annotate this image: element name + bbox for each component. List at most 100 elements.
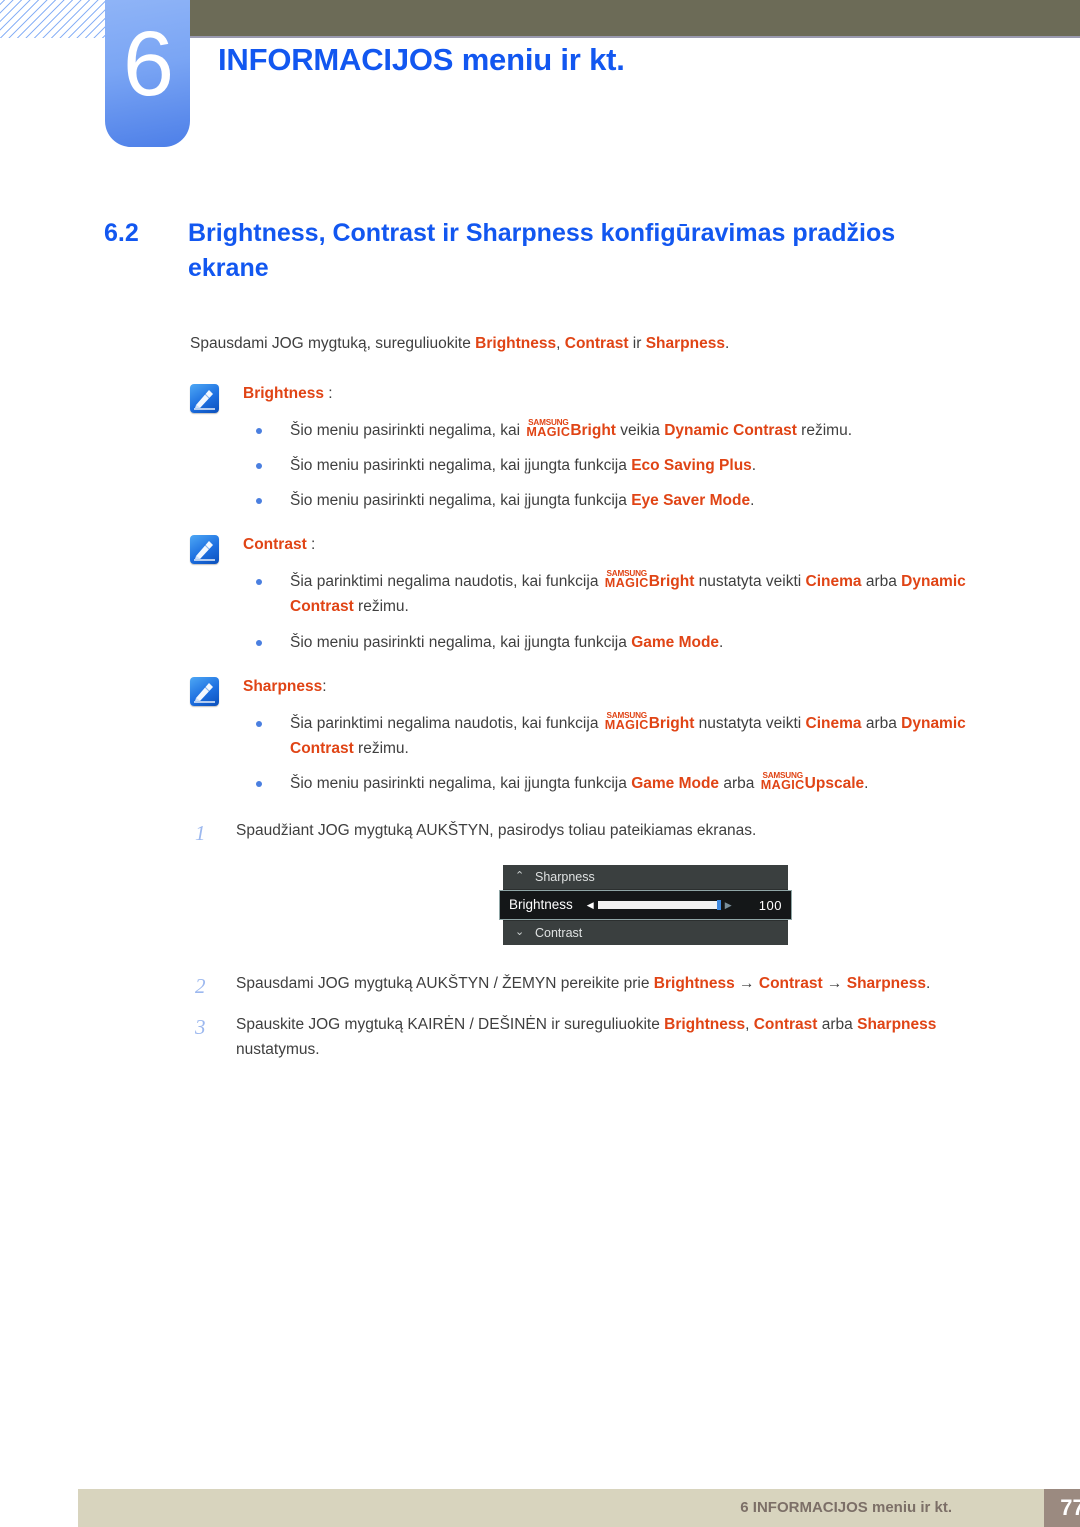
intro-text-4: .	[724, 335, 730, 352]
step-number: 3	[195, 1015, 206, 1040]
note-heading-text: Brightness	[243, 385, 324, 403]
chapter-title: INFORMACIJOS meniu ir kt.	[218, 42, 625, 77]
list-item: Šio meniu pasirinkti negalima, kai įjung…	[243, 453, 1020, 478]
keyword-bright: Bright	[570, 422, 616, 440]
note-block-brightness: Brightness : Šio meniu pasirinkti negali…	[190, 382, 1020, 513]
step-text-1: Spauskite JOG mygtuką KAIRĖN / DEŠINĖN i…	[236, 1016, 665, 1034]
bullet-text-2: nustatyta veikti	[694, 714, 806, 732]
step-text-4: nustatymus.	[236, 1041, 320, 1059]
page-number: 77	[1060, 1495, 1080, 1520]
step-text-1: Spausdami JOG mygtuką AUKŠTYN / ŽEMYN pe…	[236, 975, 654, 993]
bullet-text-4: režimu.	[353, 739, 409, 757]
keyword-cinema: Cinema	[805, 714, 862, 732]
step-text-2: ,	[745, 1016, 754, 1034]
intro-text-3: ir	[628, 335, 646, 352]
keyword-sharpness: Sharpness	[645, 335, 725, 352]
samsung-magic-logo: SAMSUNG MAGIC	[760, 771, 805, 792]
bullet-text-2: .	[719, 633, 724, 651]
intro-text-2: ,	[556, 335, 565, 352]
note-bullet-list: Šio meniu pasirinkti negalima, kai SAMSU…	[243, 418, 1020, 513]
keyword-cinema: Cinema	[805, 573, 862, 591]
bullet-text-3: arba	[861, 714, 902, 732]
brightness-slider[interactable]	[597, 900, 721, 911]
section-title: Brightness, Contrast ir Sharpness konfig…	[188, 219, 896, 282]
bullet-text-3: arba	[861, 573, 902, 591]
samsung-magic-logo: SAMSUNG MAGIC	[526, 418, 571, 440]
note-heading-contrast: Contrast :	[243, 533, 1020, 557]
step-number: 2	[195, 974, 206, 999]
note-pen-icon	[190, 384, 219, 414]
note-heading-colon: :	[322, 677, 327, 695]
osd-item-label: Sharpness	[535, 870, 595, 885]
osd-item-brightness[interactable]: Brightness ◀ ▶ 100	[499, 890, 792, 921]
keyword-bright: Bright	[648, 573, 695, 591]
step-text-3: arba	[817, 1016, 858, 1034]
slider-knob[interactable]	[716, 900, 721, 911]
intro-paragraph: Spausdami JOG mygtuką, sureguliuokite Br…	[190, 332, 1020, 356]
brightness-value: 100	[758, 897, 782, 913]
chevron-up-icon: ⌃	[515, 870, 525, 883]
bullet-text-4: režimu.	[353, 598, 409, 616]
bullet-text-1: Šio meniu pasirinkti negalima, kai įjung…	[290, 633, 632, 651]
chevron-down-icon: ⌄	[515, 926, 525, 939]
bullet-text-1: Šio meniu pasirinkti negalima, kai įjung…	[290, 492, 632, 510]
keyword-brightness: Brightness	[475, 335, 557, 352]
note-heading-text: Contrast	[243, 536, 307, 554]
osd-item-label: Brightness	[509, 897, 573, 913]
section-number: 6.2	[104, 219, 139, 247]
osd-item-contrast[interactable]: ⌄ Contrast	[503, 920, 788, 946]
bullet-text-2: .	[750, 492, 755, 510]
keyword-brightness: Brightness	[664, 1016, 746, 1034]
keyword-sharpness: Sharpness	[857, 1016, 937, 1034]
list-item: Šio meniu pasirinkti negalima, kai įjung…	[243, 771, 1020, 796]
samsung-logo-bottom: MAGIC	[526, 425, 571, 440]
samsung-magic-logo: SAMSUNG MAGIC	[604, 711, 649, 732]
bullet-text-1: Šia parinktimi negalima naudotis, kai fu…	[290, 714, 603, 732]
bullet-text-1: Šio meniu pasirinkti negalima, kai įjung…	[290, 457, 632, 475]
keyword-contrast: Contrast	[753, 1016, 818, 1034]
bullet-text-1: Šia parinktimi negalima naudotis, kai fu…	[290, 573, 603, 591]
bullet-text-3: .	[864, 774, 869, 792]
left-arrow-icon[interactable]: ◀	[587, 900, 594, 910]
note-pen-icon	[190, 535, 219, 565]
right-arrow-icon[interactable]: ▶	[725, 900, 732, 910]
note-block-contrast: Contrast : Šia parinktimi negalima naudo…	[190, 533, 1020, 654]
osd-item-label: Contrast	[535, 926, 583, 941]
step-3: 3 Spauskite JOG mygtuką KAIRĖN / DEŠINĖN…	[190, 1012, 1020, 1062]
list-item: Šio meniu pasirinkti negalima, kai įjung…	[243, 630, 1020, 655]
note-heading-colon: :	[323, 385, 333, 403]
samsung-logo-bottom: MAGIC	[760, 777, 805, 792]
keyword-game-mode: Game Mode	[631, 774, 720, 792]
bullet-text-1: Šio meniu pasirinkti negalima, kai	[290, 422, 525, 440]
keyword-contrast: Contrast	[564, 335, 629, 352]
keyword-game-mode: Game Mode	[631, 633, 720, 651]
chapter-number: 6	[122, 13, 174, 115]
page-footer: 6 INFORMACIJOS meniu ir kt. 77	[78, 1489, 1080, 1527]
keyword-brightness: Brightness	[653, 975, 735, 993]
keyword-contrast: Contrast	[758, 975, 823, 993]
step-text-2: .	[926, 975, 931, 993]
note-pen-icon	[190, 676, 219, 706]
osd-item-sharpness[interactable]: ⌃ Sharpness	[503, 865, 788, 891]
chapter-header-band	[190, 0, 1080, 38]
procedure-steps: 1 Spaudžiant JOG mygtuką AUKŠTYN, pasiro…	[190, 818, 1020, 1062]
step-2: 2 Spausdami JOG mygtuką AUKŠTYN / ŽEMYN …	[190, 971, 1020, 998]
chapter-number-tab: 6	[105, 0, 190, 147]
bullet-text-2: .	[751, 457, 757, 475]
note-heading-colon: :	[306, 536, 316, 554]
samsung-logo-bottom: MAGIC	[604, 717, 649, 732]
keyword-upscale: Upscale	[804, 774, 865, 792]
bullet-text-2: arba	[719, 774, 759, 792]
keyword-eye-saver-mode: Eye Saver Mode	[631, 492, 751, 510]
footer-chapter-label: 6 INFORMACIJOS meniu ir kt.	[740, 1499, 952, 1516]
note-bullet-list: Šia parinktimi negalima naudotis, kai fu…	[243, 569, 1020, 654]
intro-text-1: Spausdami JOG mygtuką, sureguliuokite	[190, 335, 476, 352]
note-heading-text: Sharpness	[243, 677, 323, 695]
keyword-sharpness: Sharpness	[846, 975, 926, 993]
bullet-text-2: veikia	[615, 422, 665, 440]
step-text: Spaudžiant JOG mygtuką AUKŠTYN, pasirody…	[236, 822, 757, 840]
osd-menu-graphic: ⌃ Sharpness Brightness ◀ ▶ 100 ⌄ Contras…	[499, 865, 792, 946]
note-block-sharpness: Sharpness: Šia parinktimi negalima naudo…	[190, 675, 1020, 796]
step-arrow-1: →	[734, 975, 759, 993]
page-content: Spausdami JOG mygtuką, sureguliuokite Br…	[190, 332, 1020, 1078]
